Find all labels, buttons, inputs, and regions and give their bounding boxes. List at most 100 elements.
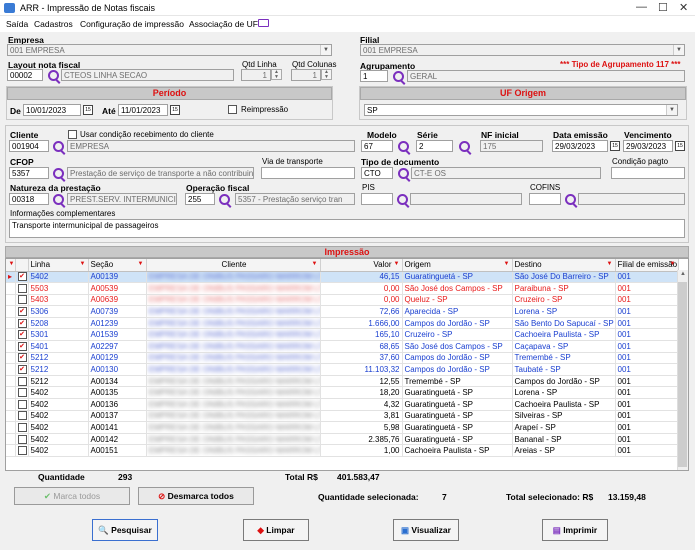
col-linha[interactable]: Linha ▼ xyxy=(28,259,89,272)
filter-icon[interactable]: ▼ xyxy=(80,261,86,267)
via-transporte-input[interactable] xyxy=(261,167,355,179)
table-row[interactable]: ✔ 5306 A00739 EMPRESA DE ONIBUS PASSARO MAR… xyxy=(6,305,679,318)
calendar-icon[interactable]: 15 xyxy=(675,141,685,151)
menu-saida[interactable]: Saída xyxy=(6,19,28,29)
row-checkbox[interactable] xyxy=(17,446,27,456)
search-icon[interactable] xyxy=(219,194,230,205)
col-valor[interactable]: Valor ▼ xyxy=(320,259,403,272)
table-row[interactable]: ✔ 5212 A00130 EMPRESA DE ONIBUS PASSARO MAR… xyxy=(6,363,679,376)
cofins-code-input[interactable] xyxy=(529,193,561,205)
table-row[interactable]: ▸ ✔ 5402 A00139 EMPRESA DE ONIBUS PASSARO MA… xyxy=(6,271,679,284)
row-checkbox[interactable]: ✔ xyxy=(17,341,27,351)
calendar-icon[interactable]: 15 xyxy=(610,141,620,151)
table-row[interactable]: 5212 A00134 EMPRESA DE ONIBUS PASSARO MARR… xyxy=(6,375,679,388)
check-header[interactable] xyxy=(15,259,29,272)
search-icon[interactable] xyxy=(53,194,64,205)
row-checkbox-cell[interactable] xyxy=(15,398,29,411)
filter-icon[interactable]: ▼ xyxy=(504,261,510,267)
row-checkbox[interactable] xyxy=(17,376,27,386)
col-cliente[interactable]: Cliente ▼ xyxy=(146,259,321,272)
search-icon[interactable] xyxy=(393,71,404,82)
desmarca-todos-button[interactable]: ⊘ Desmarca todos xyxy=(138,487,254,505)
filter-icon[interactable]: ▼ xyxy=(607,261,613,267)
col-filial[interactable]: Filial de emissão ▼ xyxy=(615,259,679,272)
row-checkbox-cell[interactable]: ✔ xyxy=(15,317,29,330)
row-checkbox-cell[interactable] xyxy=(15,421,29,434)
row-checkbox-cell[interactable]: ✔ xyxy=(15,352,29,365)
row-checkbox[interactable]: ✔ xyxy=(17,272,27,282)
table-row[interactable]: 5402 A00136 EMPRESA DE ONIBUS PASSARO MARR… xyxy=(6,398,679,411)
menu-associacao-uf[interactable]: Associação de UF xyxy=(189,19,258,29)
filter-icon[interactable]: ▼ xyxy=(312,261,318,267)
col-destino[interactable]: Destino ▼ xyxy=(512,259,616,272)
maximize-button[interactable]: ☐ xyxy=(658,1,668,14)
row-checkbox-cell[interactable] xyxy=(15,433,29,446)
qtd-colunas-input[interactable]: 1 xyxy=(291,69,321,81)
tipo-documento-code-input[interactable]: CTO xyxy=(361,167,393,179)
search-icon[interactable] xyxy=(53,168,64,179)
filial-select[interactable]: 001 EMPRESA ▼ xyxy=(360,44,685,56)
row-checkbox[interactable] xyxy=(17,399,27,409)
table-row[interactable]: 5503 A00539 EMPRESA DE ONIBUS PASSARO MARR… xyxy=(6,282,679,295)
qtd-colunas-spinner[interactable]: ▲ ▼ xyxy=(321,69,332,80)
search-icon[interactable] xyxy=(53,141,64,152)
grid-scrollbar-thumb[interactable] xyxy=(678,282,687,467)
operacao-code-input[interactable]: 255 xyxy=(185,193,215,205)
table-row[interactable]: ✔ 5212 A00129 EMPRESA DE ONIBUS PASSARO MAR… xyxy=(6,352,679,365)
calendar-icon[interactable]: 15 xyxy=(170,105,180,115)
row-checkbox-cell[interactable] xyxy=(15,375,29,388)
row-checkbox[interactable]: ✔ xyxy=(17,353,27,363)
pesquisar-button[interactable]: 🔍 Pesquisar xyxy=(92,519,158,541)
close-button[interactable]: ✕ xyxy=(679,1,688,14)
row-checkbox-cell[interactable] xyxy=(15,294,29,307)
table-row[interactable]: ✔ 5208 A01239 EMPRESA DE ONIBUS PASSARO MAR… xyxy=(6,317,679,330)
table-row[interactable]: 5402 A00137 EMPRESA DE ONIBUS PASSARO MARR… xyxy=(6,410,679,423)
scroll-up-icon[interactable]: ▲ xyxy=(680,271,686,277)
condicao-pagto-input[interactable] xyxy=(611,167,685,179)
limpar-button[interactable]: ◆ Limpar xyxy=(243,519,309,541)
search-icon[interactable] xyxy=(397,194,408,205)
minimize-button[interactable]: — xyxy=(636,1,647,13)
row-checkbox[interactable] xyxy=(17,295,27,305)
cfop-code-input[interactable]: 5357 xyxy=(9,167,49,179)
col-origem[interactable]: Origem ▼ xyxy=(402,259,513,272)
table-row[interactable]: 5402 A00135 EMPRESA DE ONIBUS PASSARO MARR… xyxy=(6,386,679,400)
agrupamento-code-input[interactable]: 1 xyxy=(360,70,388,82)
row-checkbox[interactable]: ✔ xyxy=(17,365,27,375)
date-to-input[interactable]: 11/01/2023 xyxy=(118,104,168,116)
row-checkbox[interactable] xyxy=(17,283,27,293)
serie-input[interactable]: 2 xyxy=(416,140,453,152)
pis-code-input[interactable] xyxy=(361,193,393,205)
info-compl-textarea[interactable]: Transporte intermunicipal de passageiros xyxy=(9,219,685,238)
calendar-icon[interactable]: 15 xyxy=(83,105,93,115)
row-checkbox[interactable] xyxy=(17,388,27,398)
row-checkbox[interactable]: ✔ xyxy=(17,318,27,328)
row-checkbox-cell[interactable] xyxy=(15,444,29,457)
qtd-linha-input[interactable]: 1 xyxy=(241,69,271,81)
table-row[interactable]: ✔ 5301 A01539 EMPRESA DE ONIBUS PASSARO MAR… xyxy=(6,328,679,342)
modelo-input[interactable]: 67 xyxy=(361,140,393,152)
row-checkbox-cell[interactable]: ✔ xyxy=(15,363,29,376)
row-checkbox-cell[interactable] xyxy=(15,282,29,295)
row-checkbox-cell[interactable] xyxy=(15,386,29,400)
search-icon[interactable] xyxy=(398,168,409,179)
marca-todos-button[interactable]: ✔ Marca todos xyxy=(14,487,130,505)
reimpressao-checkbox[interactable] xyxy=(228,105,237,114)
usar-condicao-checkbox[interactable] xyxy=(68,130,77,139)
menu-cadastros[interactable]: Cadastros xyxy=(34,19,73,29)
table-row[interactable]: 5402 A00151 EMPRESA DE ONIBUS PASSARO MARR… xyxy=(6,444,679,457)
row-checkbox-cell[interactable]: ✔ xyxy=(15,328,29,342)
search-icon[interactable] xyxy=(48,70,59,81)
search-icon[interactable] xyxy=(398,141,409,152)
table-row[interactable]: 5403 A00639 EMPRESA DE ONIBUS PASSARO MARR… xyxy=(6,294,679,307)
cliente-code-input[interactable]: 001904 xyxy=(9,140,49,152)
row-checkbox[interactable]: ✔ xyxy=(17,330,27,340)
filter-icon[interactable]: ▼ xyxy=(394,261,400,267)
data-emissao-input[interactable]: 29/03/2023 xyxy=(552,140,608,152)
menu-configuracao-impressao[interactable]: Configuração de impressão xyxy=(80,19,184,29)
row-checkbox[interactable] xyxy=(17,411,27,421)
imprimir-button[interactable]: ▤ Imprimir xyxy=(542,519,608,541)
date-from-input[interactable]: 10/01/2023 xyxy=(23,104,81,116)
row-checkbox-cell[interactable]: ✔ xyxy=(15,340,29,353)
vencimento-input[interactable]: 29/03/2023 xyxy=(623,140,673,152)
